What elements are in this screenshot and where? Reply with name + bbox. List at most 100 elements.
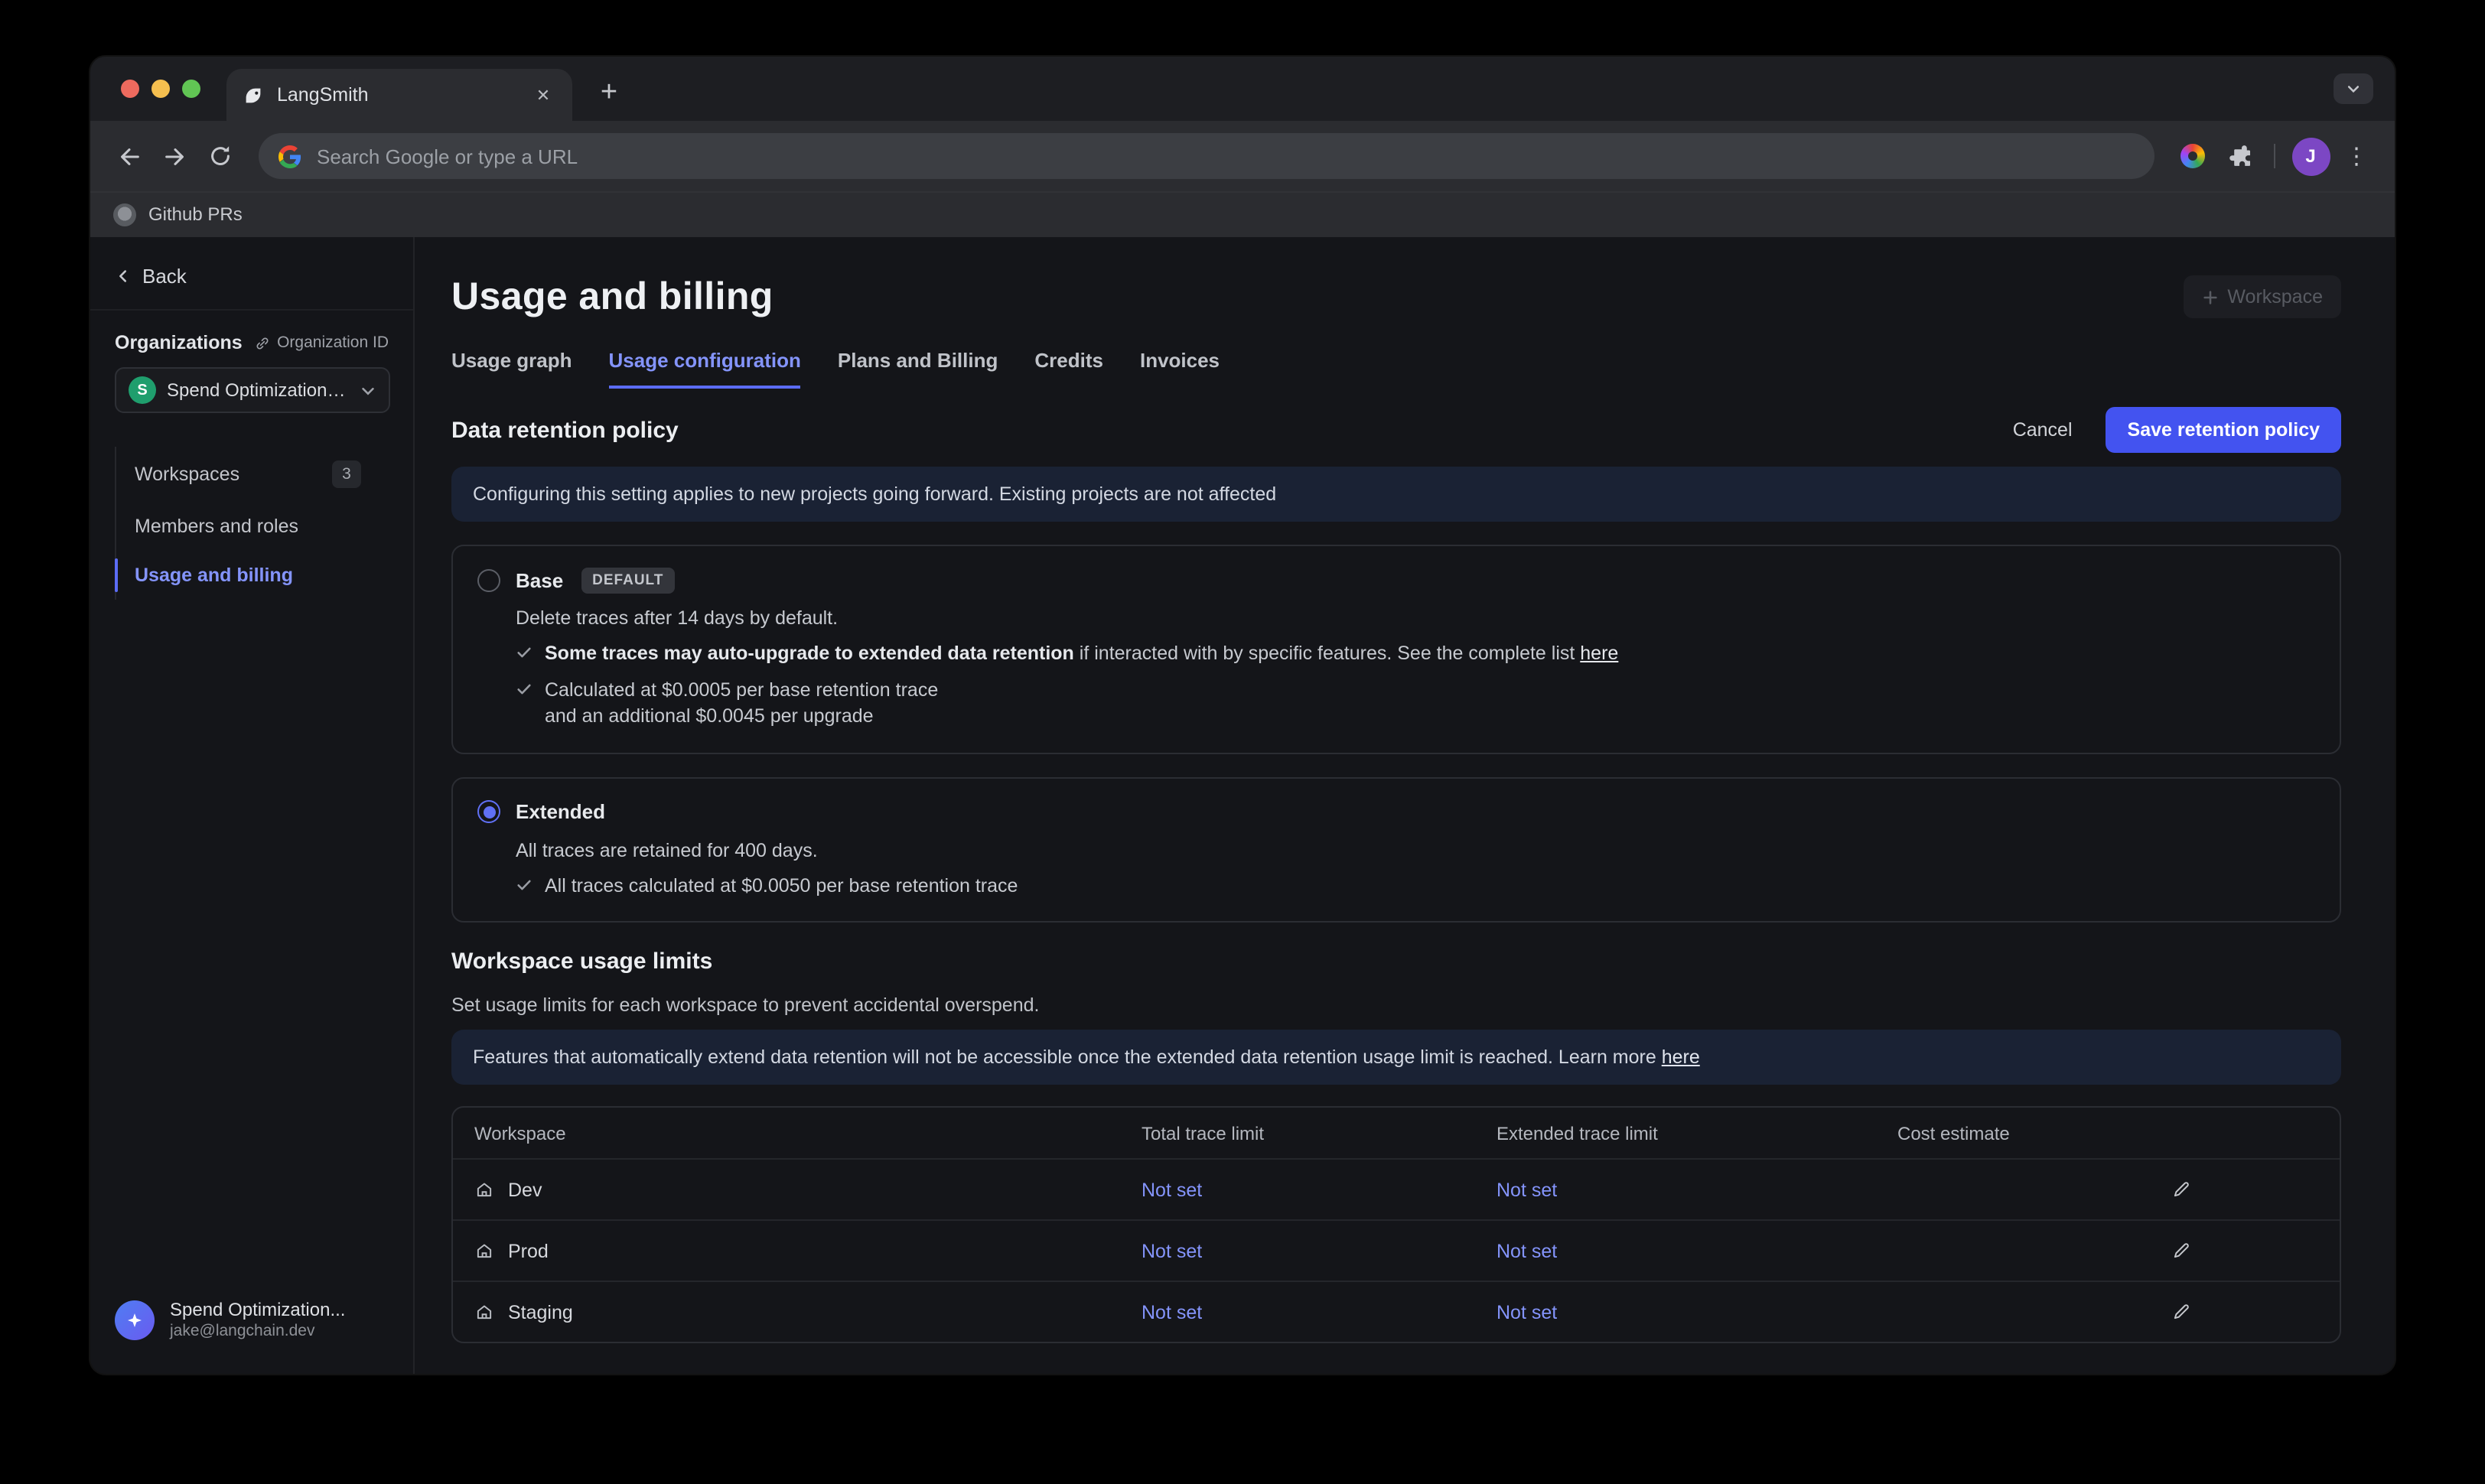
back-link[interactable]: Back — [90, 237, 413, 311]
tab-title: LangSmith — [277, 84, 517, 106]
learn-more-link[interactable]: here — [1662, 1046, 1700, 1068]
dev-total-limit-link[interactable]: Not set — [1142, 1180, 1497, 1201]
retention-option-extended[interactable]: Extended All traces are retained for 400… — [451, 776, 2341, 923]
profile-avatar[interactable]: J — [2288, 133, 2334, 179]
dev-extended-limit-link[interactable]: Not set — [1497, 1180, 1897, 1201]
google-logo-icon — [278, 145, 301, 168]
user-email: jake@langchain.dev — [170, 1323, 345, 1343]
extensions-puzzle-icon[interactable] — [2216, 133, 2262, 179]
default-badge: DEFAULT — [581, 567, 674, 593]
maximize-window-button[interactable] — [182, 80, 200, 98]
table-header-row: Workspace Total trace limit Extended tra… — [453, 1108, 2340, 1159]
prod-total-limit-link[interactable]: Not set — [1142, 1241, 1497, 1262]
close-window-button[interactable] — [121, 80, 139, 98]
save-retention-policy-button[interactable]: Save retention policy — [2106, 407, 2341, 453]
cancel-button[interactable]: Cancel — [2001, 410, 2085, 450]
workspace-icon — [474, 1303, 494, 1323]
tab-invoices[interactable]: Invoices — [1140, 349, 1220, 389]
window-controls — [121, 80, 200, 98]
limits-description: Set usage limits for each workspace to p… — [451, 994, 2341, 1016]
retention-option-base[interactable]: Base DEFAULT Delete traces after 14 days… — [451, 545, 2341, 753]
organizations-header: Organizations Organization ID — [115, 332, 389, 353]
base-description: Delete traces after 14 days by default. — [516, 607, 2315, 629]
base-radio[interactable] — [477, 568, 500, 591]
bookmarks-bar: Github PRs — [90, 191, 2395, 237]
tab-credits[interactable]: Credits — [1034, 349, 1103, 389]
address-placeholder: Search Google or type a URL — [317, 145, 578, 168]
retention-heading: Data retention policy — [451, 417, 679, 443]
github-favicon-icon — [113, 203, 136, 226]
tab-close-icon[interactable]: ✕ — [529, 81, 557, 109]
new-tab-button[interactable]: + — [588, 72, 630, 115]
workspace-limits-table: Workspace Total trace limit Extended tra… — [451, 1107, 2341, 1344]
prod-extended-limit-link[interactable]: Not set — [1497, 1241, 1897, 1262]
table-row-dev: Dev Not set Not set — [453, 1159, 2340, 1220]
back-button[interactable] — [106, 133, 151, 179]
extended-label: Extended — [516, 800, 605, 823]
reload-button[interactable] — [197, 133, 243, 179]
sidebar-item-usage-and-billing[interactable]: Usage and billing — [116, 551, 413, 600]
minimize-window-button[interactable] — [151, 80, 170, 98]
tab-plans-and-billing[interactable]: Plans and Billing — [838, 349, 998, 389]
main-content: Usage and billing Workspace Usage graph … — [415, 237, 2395, 1374]
tab-list-chevron-button[interactable] — [2334, 73, 2373, 104]
extended-bullet-pricing: All traces calculated at $0.0050 per bas… — [516, 873, 2315, 900]
check-icon — [516, 680, 532, 697]
link-icon — [254, 334, 271, 351]
chevron-down-icon — [360, 382, 376, 399]
limits-heading: Workspace usage limits — [451, 949, 2341, 975]
langsmith-favicon-icon — [242, 83, 265, 106]
base-bullet-upgrade: Some traces may auto-upgrade to extended… — [516, 641, 2315, 668]
complete-list-link[interactable]: here — [1580, 643, 1618, 664]
extended-description: All traces are retained for 400 days. — [516, 839, 2315, 861]
page-title: Usage and billing — [451, 274, 774, 320]
user-name: Spend Optimization... — [170, 1299, 345, 1323]
langsmith-app: Back Organizations Organization ID S Spe… — [90, 237, 2395, 1374]
browser-tab[interactable]: LangSmith ✕ — [226, 69, 572, 121]
org-name: Spend Optimization Tu... — [167, 379, 349, 401]
sidebar-user[interactable]: Spend Optimization... jake@langchain.dev — [90, 1277, 413, 1374]
limits-info-banner: Features that automatically extend data … — [451, 1030, 2341, 1085]
workspace-icon — [474, 1242, 494, 1261]
tab-usage-graph[interactable]: Usage graph — [451, 349, 572, 389]
check-icon — [516, 644, 532, 661]
workspaces-count-badge: 3 — [332, 460, 361, 488]
forward-button[interactable] — [151, 133, 197, 179]
browser-window: LangSmith ✕ + Search Google — [90, 57, 2395, 1374]
add-workspace-button[interactable]: Workspace — [2183, 275, 2341, 318]
staging-total-limit-link[interactable]: Not set — [1142, 1302, 1497, 1323]
org-avatar: S — [129, 376, 156, 404]
retention-info-banner: Configuring this setting applies to new … — [451, 467, 2341, 522]
browser-toolbar: Search Google or type a URL J ⋮ — [90, 121, 2395, 191]
edit-pencil-icon[interactable] — [2161, 1170, 2200, 1210]
sidebar-item-members-and-roles[interactable]: Members and roles — [116, 502, 413, 551]
back-label: Back — [142, 265, 187, 288]
table-row-prod: Prod Not set Not set — [453, 1220, 2340, 1281]
organization-id-link[interactable]: Organization ID — [254, 334, 389, 352]
check-icon — [516, 876, 532, 893]
chevron-left-icon — [115, 268, 132, 285]
edit-pencil-icon[interactable] — [2161, 1293, 2200, 1333]
edit-pencil-icon[interactable] — [2161, 1232, 2200, 1271]
base-label: Base — [516, 568, 563, 591]
extension-colorwheel-icon[interactable] — [2170, 133, 2216, 179]
plus-icon — [2201, 288, 2218, 305]
sidebar-item-workspaces[interactable]: Workspaces 3 — [116, 447, 413, 502]
staging-extended-limit-link[interactable]: Not set — [1497, 1302, 1897, 1323]
bookmark-github-prs[interactable]: Github PRs — [113, 203, 243, 226]
org-selector[interactable]: S Spend Optimization Tu... — [115, 367, 390, 413]
workspace-icon — [474, 1180, 494, 1200]
address-bar[interactable]: Search Google or type a URL — [259, 133, 2154, 179]
page-tabs: Usage graph Usage configuration Plans an… — [451, 349, 2341, 389]
base-bullet-pricing: Calculated at $0.0005 per base retention… — [516, 677, 2315, 731]
tab-usage-configuration[interactable]: Usage configuration — [609, 349, 801, 389]
desktop: LangSmith ✕ + Search Google — [0, 0, 2485, 1484]
sidebar-nav: Workspaces 3 Members and roles Usage and… — [115, 447, 413, 600]
sidebar: Back Organizations Organization ID S Spe… — [90, 237, 415, 1374]
browser-menu-kebab-icon[interactable]: ⋮ — [2334, 133, 2379, 179]
organizations-label: Organizations — [115, 332, 243, 353]
toolbar-separator — [2274, 144, 2275, 168]
extended-radio[interactable] — [477, 800, 500, 823]
user-avatar — [115, 1301, 155, 1341]
browser-tabstrip: LangSmith ✕ + — [90, 57, 2395, 121]
